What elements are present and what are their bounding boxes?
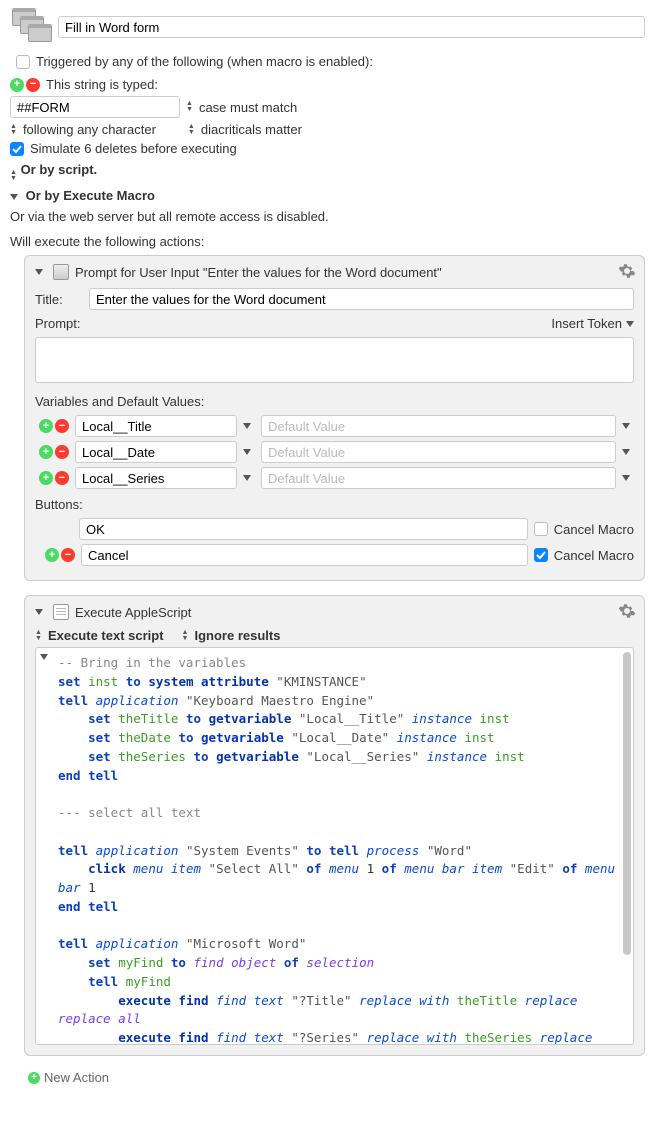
title-field[interactable] xyxy=(89,288,634,310)
var-name-dropdown-1[interactable] xyxy=(243,449,251,455)
plus-icon: + xyxy=(28,1072,40,1084)
var-value-0[interactable] xyxy=(261,415,616,437)
following-selector[interactable]: ▲▼ xyxy=(10,124,17,136)
var-value-dropdown-0[interactable] xyxy=(622,423,630,429)
var-name-1[interactable] xyxy=(75,441,237,463)
minus-icon[interactable]: − xyxy=(26,78,40,92)
script-header: Execute AppleScript xyxy=(75,605,191,620)
prompt-action: Prompt for User Input "Enter the values … xyxy=(24,255,645,581)
script-results-selector[interactable]: ▲▼ xyxy=(182,630,189,642)
will-execute-label: Will execute the following actions: xyxy=(10,234,204,249)
prompt-header: Prompt for User Input "Enter the values … xyxy=(75,265,442,280)
cancel-macro-checkbox-0[interactable] xyxy=(534,522,548,536)
var-add-remove-2[interactable]: +− xyxy=(39,471,69,485)
var-name-2[interactable] xyxy=(75,467,237,489)
title-label: Title: xyxy=(35,292,81,307)
case-match-selector[interactable]: ▲▼ xyxy=(186,101,193,113)
collapse-chevron[interactable] xyxy=(35,609,43,615)
cancel-macro-label-1: Cancel Macro xyxy=(554,548,634,563)
macro-icon xyxy=(10,6,52,48)
trigger-string-field[interactable] xyxy=(10,96,180,118)
prompt-text-field[interactable] xyxy=(35,337,634,383)
button-add-remove-1[interactable]: +− xyxy=(45,548,75,562)
dialog-icon xyxy=(53,264,69,280)
vars-label: Variables and Default Values: xyxy=(35,394,634,409)
script-action: Execute AppleScript ▲▼ Execute text scri… xyxy=(24,595,645,1056)
cancel-macro-label-0: Cancel Macro xyxy=(554,522,634,537)
button-label-0[interactable] xyxy=(79,518,528,540)
var-value-dropdown-2[interactable] xyxy=(622,475,630,481)
string-typed-label: This string is typed: xyxy=(46,77,158,92)
button-label-1[interactable] xyxy=(81,544,528,566)
script-mode-selector[interactable]: ▲▼ xyxy=(35,630,42,642)
var-value-dropdown-1[interactable] xyxy=(622,449,630,455)
or-script-label: Or by script. xyxy=(21,162,98,177)
var-add-remove-0[interactable]: +− xyxy=(39,419,69,433)
or-execute-macro-chevron[interactable] xyxy=(10,194,18,200)
insert-token-button[interactable]: Insert Token xyxy=(551,316,634,331)
var-name-dropdown-2[interactable] xyxy=(243,475,251,481)
collapse-chevron[interactable] xyxy=(35,269,43,275)
script-text[interactable]: -- Bring in the variables set inst to sy… xyxy=(35,647,634,1045)
cancel-macro-checkbox-1[interactable] xyxy=(534,548,548,562)
var-value-1[interactable] xyxy=(261,441,616,463)
prompt-label: Prompt: xyxy=(35,316,81,331)
scrollbar[interactable] xyxy=(623,652,631,1040)
buttons-label: Buttons: xyxy=(35,497,634,512)
case-match-label: case must match xyxy=(199,100,297,115)
triggered-checkbox[interactable] xyxy=(16,55,30,69)
simulate-deletes-label: Simulate 6 deletes before executing xyxy=(30,141,237,156)
var-name-dropdown-0[interactable] xyxy=(243,423,251,429)
gear-icon[interactable] xyxy=(618,262,636,280)
or-execute-macro-label: Or by Execute Macro xyxy=(26,188,155,203)
new-action-button[interactable]: + New Action xyxy=(28,1070,645,1085)
var-add-remove-1[interactable]: +− xyxy=(39,445,69,459)
or-script-selector[interactable]: ▲▼ xyxy=(10,170,17,182)
triggered-label: Triggered by any of the following (when … xyxy=(36,54,373,69)
following-label: following any character xyxy=(23,122,156,137)
simulate-deletes-checkbox[interactable] xyxy=(10,142,24,156)
script-icon xyxy=(53,604,69,620)
script-results-label: Ignore results xyxy=(194,628,280,643)
or-web-label: Or via the web server but all remote acc… xyxy=(10,209,329,224)
diacriticals-selector[interactable]: ▲▼ xyxy=(188,124,195,136)
script-mode-label: Execute text script xyxy=(48,628,164,643)
gear-icon[interactable] xyxy=(618,602,636,620)
var-name-0[interactable] xyxy=(75,415,237,437)
new-action-label: New Action xyxy=(44,1070,109,1085)
add-remove-trigger[interactable]: + − xyxy=(10,78,40,92)
script-fold-chevron[interactable] xyxy=(40,654,48,660)
var-value-2[interactable] xyxy=(261,467,616,489)
macro-name-field[interactable] xyxy=(58,16,645,38)
diacriticals-label: diacriticals matter xyxy=(201,122,302,137)
plus-icon[interactable]: + xyxy=(10,78,24,92)
